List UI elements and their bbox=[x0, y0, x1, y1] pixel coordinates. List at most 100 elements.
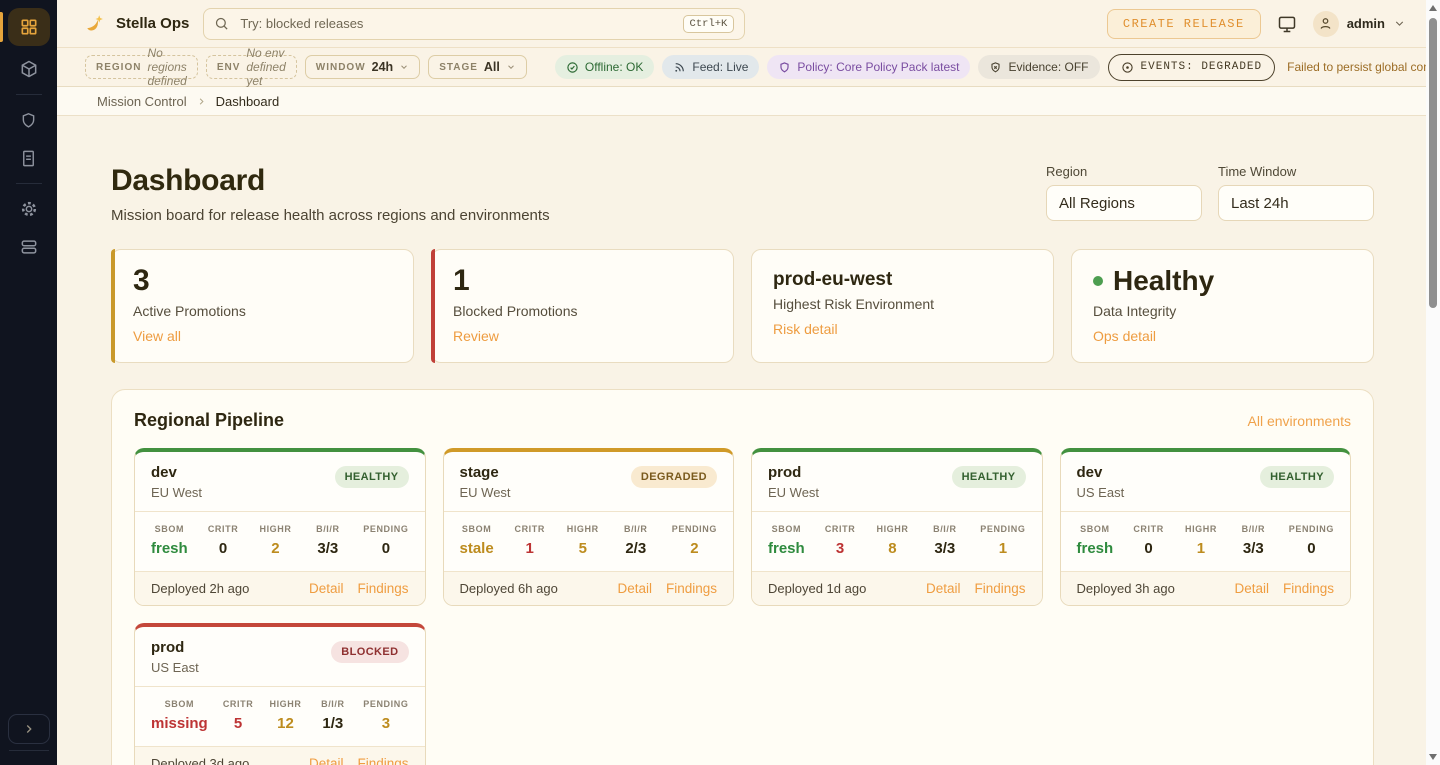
env-name: dev bbox=[1077, 464, 1125, 481]
gear-icon bbox=[19, 199, 39, 219]
page-subtitle: Mission board for release health across … bbox=[111, 207, 550, 224]
global-search[interactable]: Ctrl+K bbox=[203, 8, 745, 40]
stat-header: HIGHR bbox=[258, 524, 292, 534]
chip-label: ENV bbox=[217, 62, 241, 73]
env-filter-chip[interactable]: ENV No env defined yet bbox=[206, 55, 297, 79]
sidebar-item-dashboard[interactable] bbox=[8, 8, 50, 46]
region-select[interactable]: All Regions bbox=[1046, 185, 1202, 221]
keyboard-shortcut-badge: Ctrl+K bbox=[683, 15, 735, 33]
feed-status-pill[interactable]: Feed: Live bbox=[662, 55, 759, 79]
offline-status-pill[interactable]: Offline: OK bbox=[555, 55, 654, 79]
monitor-icon bbox=[1277, 14, 1297, 34]
stat-critr-value: 5 bbox=[221, 715, 255, 732]
topbar: Stella Ops Ctrl+K CREATE RELEASE bbox=[57, 0, 1426, 47]
stat-bir-value: 3/3 bbox=[311, 540, 345, 557]
risk-detail-link[interactable]: Risk detail bbox=[773, 321, 838, 337]
pipeline-grid: dev EU West HEALTHY SBOMfresh CRITR0 HIG… bbox=[134, 448, 1351, 765]
detail-link[interactable]: Detail bbox=[309, 756, 344, 765]
breadcrumb-parent[interactable]: Mission Control bbox=[97, 94, 187, 109]
time-window-select[interactable]: Last 24h bbox=[1218, 185, 1374, 221]
context-bar: REGION No regions defined ENV No env def… bbox=[57, 47, 1426, 87]
evidence-status-pill[interactable]: Evidence: OFF bbox=[978, 55, 1099, 79]
create-release-button[interactable]: CREATE RELEASE bbox=[1107, 9, 1261, 39]
findings-link[interactable]: Findings bbox=[974, 581, 1025, 596]
sidebar-item-security[interactable] bbox=[8, 105, 50, 135]
sidebar-item-releases[interactable] bbox=[8, 54, 50, 84]
breadcrumb: Mission Control Dashboard bbox=[57, 87, 1426, 116]
display-mode-button[interactable] bbox=[1275, 12, 1299, 36]
stat-header: SBOM bbox=[151, 524, 188, 534]
chip-label: WINDOW bbox=[316, 62, 366, 73]
sidebar-divider bbox=[9, 750, 49, 751]
sidebar-item-settings[interactable] bbox=[8, 194, 50, 224]
pill-label: Feed: Live bbox=[692, 60, 748, 74]
env-name: prod bbox=[768, 464, 819, 481]
sidebar-item-infrastructure[interactable] bbox=[8, 232, 50, 262]
chevron-down-icon bbox=[1393, 17, 1406, 30]
stat-pending-value: 0 bbox=[1289, 540, 1334, 557]
sidebar-collapse-button[interactable] bbox=[8, 714, 50, 744]
all-environments-link[interactable]: All environments bbox=[1248, 413, 1352, 429]
stat-header: HIGHR bbox=[268, 699, 302, 709]
deployed-text: Deployed 6h ago bbox=[460, 581, 558, 596]
scroll-up-arrow[interactable] bbox=[1429, 5, 1437, 11]
env-region: US East bbox=[1077, 485, 1125, 500]
findings-link[interactable]: Findings bbox=[357, 756, 408, 765]
stat-header: CRITR bbox=[221, 699, 255, 709]
detail-link[interactable]: Detail bbox=[926, 581, 961, 596]
stat-highr-value: 1 bbox=[1184, 540, 1218, 557]
findings-link[interactable]: Findings bbox=[1283, 581, 1334, 596]
content: Dashboard Mission board for release heal… bbox=[57, 116, 1426, 765]
scrollbar-thumb[interactable] bbox=[1429, 18, 1437, 308]
sidebar-item-documents[interactable] bbox=[8, 143, 50, 173]
stat-header: PENDING bbox=[1289, 524, 1334, 534]
deployed-text: Deployed 2h ago bbox=[151, 581, 249, 596]
search-input[interactable] bbox=[238, 15, 673, 32]
card-accent bbox=[111, 249, 115, 363]
stat-header: CRITR bbox=[1132, 524, 1166, 534]
chip-value: All bbox=[484, 60, 500, 74]
card-label: Highest Risk Environment bbox=[773, 296, 1032, 312]
detail-link[interactable]: Detail bbox=[1234, 581, 1269, 596]
status-badge: HEALTHY bbox=[335, 466, 409, 488]
card-label: Data Integrity bbox=[1093, 303, 1352, 319]
policy-status-pill[interactable]: Policy: Core Policy Pack latest bbox=[767, 55, 970, 79]
review-link[interactable]: Review bbox=[453, 328, 499, 344]
window-filter-chip[interactable]: WINDOW 24h bbox=[305, 55, 420, 79]
time-window-select-label: Time Window bbox=[1218, 164, 1374, 179]
status-badge: BLOCKED bbox=[331, 641, 408, 663]
comet-icon bbox=[85, 13, 107, 35]
user-name: admin bbox=[1347, 16, 1385, 31]
findings-link[interactable]: Findings bbox=[357, 581, 408, 596]
status-badge: HEALTHY bbox=[1260, 466, 1334, 488]
stat-pending-value: 1 bbox=[980, 540, 1025, 557]
stat-critr-value: 0 bbox=[206, 540, 240, 557]
ops-detail-link[interactable]: Ops detail bbox=[1093, 328, 1156, 344]
stat-header: PENDING bbox=[363, 524, 408, 534]
card-value: Healthy bbox=[1113, 265, 1214, 297]
stat-header: SBOM bbox=[1077, 524, 1114, 534]
stage-filter-chip[interactable]: STAGE All bbox=[428, 55, 527, 79]
findings-link[interactable]: Findings bbox=[666, 581, 717, 596]
status-badge: HEALTHY bbox=[952, 466, 1026, 488]
stat-sbom-value: fresh bbox=[1077, 540, 1114, 557]
stat-critr-value: 3 bbox=[823, 540, 857, 557]
vertical-scrollbar[interactable] bbox=[1426, 0, 1440, 765]
detail-link[interactable]: Detail bbox=[617, 581, 652, 596]
detail-link[interactable]: Detail bbox=[309, 581, 344, 596]
stat-sbom-value: missing bbox=[151, 715, 208, 732]
view-all-link[interactable]: View all bbox=[133, 328, 181, 344]
stat-header: PENDING bbox=[980, 524, 1025, 534]
env-name: prod bbox=[151, 639, 199, 656]
stat-header: PENDING bbox=[363, 699, 408, 709]
stat-header: SBOM bbox=[768, 524, 805, 534]
events-status-pill[interactable]: EVENTS: DEGRADED bbox=[1108, 54, 1276, 81]
stat-critr-value: 1 bbox=[513, 540, 547, 557]
user-menu[interactable]: admin bbox=[1313, 11, 1406, 37]
stat-highr-value: 12 bbox=[268, 715, 302, 732]
pill-label: Offline: OK bbox=[585, 60, 643, 74]
region-filter-chip[interactable]: REGION No regions defined bbox=[85, 55, 198, 79]
scroll-down-arrow[interactable] bbox=[1429, 754, 1437, 760]
stat-header: CRITR bbox=[823, 524, 857, 534]
card-value: prod-eu-west bbox=[773, 270, 1032, 290]
